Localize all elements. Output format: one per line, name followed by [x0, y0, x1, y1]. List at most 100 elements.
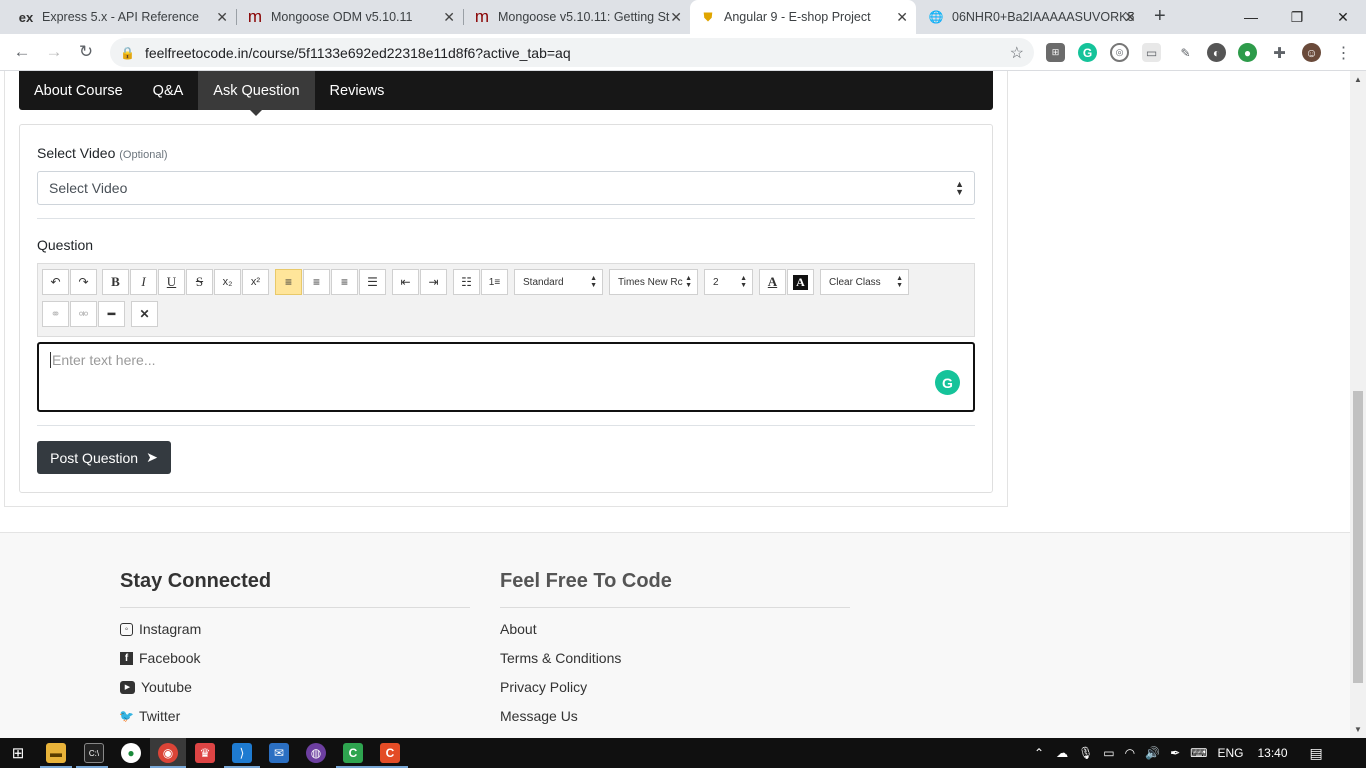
forward-arrow-icon[interactable]: → — [42, 40, 66, 64]
select-caret-icon: ▲ ▼ — [955, 179, 964, 197]
address-bar[interactable]: 🔒 feelfreetocode.in/course/5f1133e692ed2… — [110, 38, 1034, 67]
command-prompt-icon[interactable]: C:\ — [84, 743, 104, 763]
bold-icon[interactable]: B — [102, 269, 129, 295]
clock[interactable]: 13:40 — [1257, 746, 1287, 760]
back-arrow-icon[interactable]: ← — [10, 40, 34, 64]
strikethrough-icon[interactable]: S — [186, 269, 213, 295]
camtasia-icon[interactable]: C — [343, 743, 363, 763]
tab-ask-question[interactable]: Ask Question — [198, 71, 315, 116]
footer-link-youtube[interactable]: ▶ Youtube — [120, 679, 192, 695]
scroll-down-icon[interactable]: ▼ — [1354, 725, 1362, 734]
restore-icon[interactable]: ❐ — [1274, 0, 1320, 34]
remove-format-icon[interactable]: ✕ — [131, 301, 158, 327]
language-indicator[interactable]: ENG — [1217, 746, 1243, 760]
cloud-icon[interactable]: ☁ — [1056, 746, 1068, 760]
file-explorer-icon[interactable]: ▬ — [46, 743, 66, 763]
close-tab-icon[interactable]: ✕ — [896, 9, 908, 26]
close-tab-icon[interactable]: ✕ — [216, 9, 228, 26]
extension-icon[interactable]: ◎ — [1110, 43, 1129, 62]
unlink-icon[interactable]: ⚮ — [70, 301, 97, 327]
align-left-icon[interactable]: ≡ — [275, 269, 302, 295]
footer-link-message-us[interactable]: Message Us — [500, 708, 578, 724]
align-right-icon[interactable]: ≡ — [331, 269, 358, 295]
scrollbar-thumb[interactable] — [1353, 391, 1363, 683]
question-textarea[interactable]: Enter text here... G — [37, 342, 975, 412]
course-tabs-nav: About Course Q&A Ask Question Reviews — [19, 71, 993, 116]
horizontal-rule-icon[interactable]: ━ — [98, 301, 125, 327]
align-justify-icon[interactable]: ☰ — [359, 269, 386, 295]
browser-tab-image[interactable]: 🌐 06NHR0+Ba2IAAAAASUVORK5 ✕ — [918, 0, 1144, 34]
mail-icon[interactable]: ✉ — [269, 743, 289, 763]
close-window-icon[interactable]: ✕ — [1320, 0, 1366, 34]
close-tab-icon[interactable]: ✕ — [443, 9, 455, 26]
background-color-icon[interactable]: A — [787, 269, 814, 295]
footer-link-twitter[interactable]: 🐦 Twitter — [119, 708, 180, 724]
pen-icon[interactable]: ✒ — [1170, 746, 1180, 760]
bullet-list-icon[interactable]: ☷ — [453, 269, 480, 295]
chrome-icon[interactable]: ◉ — [158, 743, 178, 763]
extension-icon[interactable]: ● — [1238, 43, 1257, 62]
windows-start-icon[interactable]: ⊞ — [8, 743, 28, 763]
notification-icon[interactable]: ▤ — [1310, 745, 1323, 762]
numbered-list-icon[interactable]: 1≡ — [481, 269, 508, 295]
css-class-select[interactable]: Clear Class ▲ ▼ — [820, 269, 909, 295]
text-color-icon[interactable]: A — [759, 269, 786, 295]
grammarly-extension-icon[interactable]: G — [1078, 43, 1097, 62]
tab-qa[interactable]: Q&A — [138, 71, 199, 110]
volume-icon[interactable]: 🔊 — [1145, 746, 1160, 760]
page-scrollbar[interactable]: ▲ ▼ — [1350, 71, 1366, 738]
redo-icon[interactable]: ↷ — [70, 269, 97, 295]
align-center-icon[interactable]: ≡ — [303, 269, 330, 295]
keyboard-icon[interactable]: ⌨ — [1190, 746, 1207, 760]
vscode-icon[interactable]: ⟩ — [232, 743, 252, 763]
outdent-icon[interactable]: ⇤ — [392, 269, 419, 295]
browser-tab-express[interactable]: ex Express 5.x - API Reference ✕ — [8, 0, 236, 34]
underline-icon[interactable]: U — [158, 269, 185, 295]
grammarly-icon[interactable]: G — [935, 370, 960, 395]
close-tab-icon[interactable]: ✕ — [670, 9, 682, 26]
chevron-up-icon[interactable]: ⌃ — [1034, 746, 1044, 760]
footer-link-facebook[interactable]: f Facebook — [120, 650, 200, 666]
camtasia-recorder-icon[interactable]: C — [380, 743, 400, 763]
footer-link-privacy[interactable]: Privacy Policy — [500, 679, 587, 695]
bookmark-star-icon[interactable]: ☆ — [1010, 43, 1024, 63]
paragraph-style-select[interactable]: Standard ▲ ▼ — [514, 269, 603, 295]
microphone-icon[interactable]: 🎙 — [1078, 746, 1093, 760]
app-icon[interactable]: ♛ — [195, 743, 215, 763]
link-icon[interactable]: ⚭ — [42, 301, 69, 327]
undo-icon[interactable]: ↶ — [42, 269, 69, 295]
browser-tab-strip: ex Express 5.x - API Reference ✕ m Mongo… — [0, 0, 1366, 34]
browser-tab-angular-eshop[interactable]: ⛊ Angular 9 - E-shop Project ✕ — [690, 0, 916, 34]
battery-icon[interactable]: ▭ — [1103, 746, 1114, 760]
minimize-icon[interactable]: — — [1228, 0, 1274, 34]
font-family-select[interactable]: Times New Rc ▲ ▼ — [609, 269, 698, 295]
eyedropper-extension-icon[interactable]: ✎ — [1176, 43, 1195, 62]
puzzle-extensions-icon[interactable]: ✚ — [1270, 43, 1289, 62]
extension-icon[interactable]: ▭ — [1142, 43, 1161, 62]
wifi-icon[interactable]: ◠ — [1125, 746, 1135, 760]
scroll-up-icon[interactable]: ▲ — [1354, 75, 1362, 84]
browser-tab-mongoose-odm[interactable]: m Mongoose ODM v5.10.11 ✕ — [237, 0, 463, 34]
reload-icon[interactable]: ↻ — [74, 40, 98, 64]
profile-avatar-icon[interactable]: ☺ — [1302, 43, 1321, 62]
footer-link-instagram[interactable]: ◦ Instagram — [120, 621, 201, 637]
tab-reviews[interactable]: Reviews — [315, 71, 400, 110]
superscript-icon[interactable]: x² — [242, 269, 269, 295]
footer-link-about[interactable]: About — [500, 621, 537, 637]
post-question-button[interactable]: Post Question ➤ — [37, 441, 171, 474]
mongodb-compass-icon[interactable]: ● — [121, 743, 141, 763]
italic-icon[interactable]: I — [130, 269, 157, 295]
dark-mode-extension-icon[interactable]: ◐ — [1207, 43, 1226, 62]
indent-icon[interactable]: ⇥ — [420, 269, 447, 295]
browser-tab-mongoose-getting-started[interactable]: m Mongoose v5.10.11: Getting St ✕ — [464, 0, 690, 34]
footer-link-terms[interactable]: Terms & Conditions — [500, 650, 621, 666]
new-tab-plus-icon[interactable]: + — [1154, 5, 1166, 28]
font-size-select[interactable]: 2 ▲ ▼ — [704, 269, 753, 295]
app-icon[interactable]: ◍ — [306, 743, 326, 763]
select-video-dropdown[interactable]: Select Video ▲ ▼ — [37, 171, 975, 205]
close-tab-icon[interactable]: ✕ — [1124, 9, 1136, 26]
extension-icon[interactable]: ⊞ — [1046, 43, 1065, 62]
menu-kebab-icon[interactable]: ⋮ — [1334, 43, 1353, 62]
tab-about-course[interactable]: About Course — [19, 71, 138, 110]
subscript-icon[interactable]: x₂ — [214, 269, 241, 295]
